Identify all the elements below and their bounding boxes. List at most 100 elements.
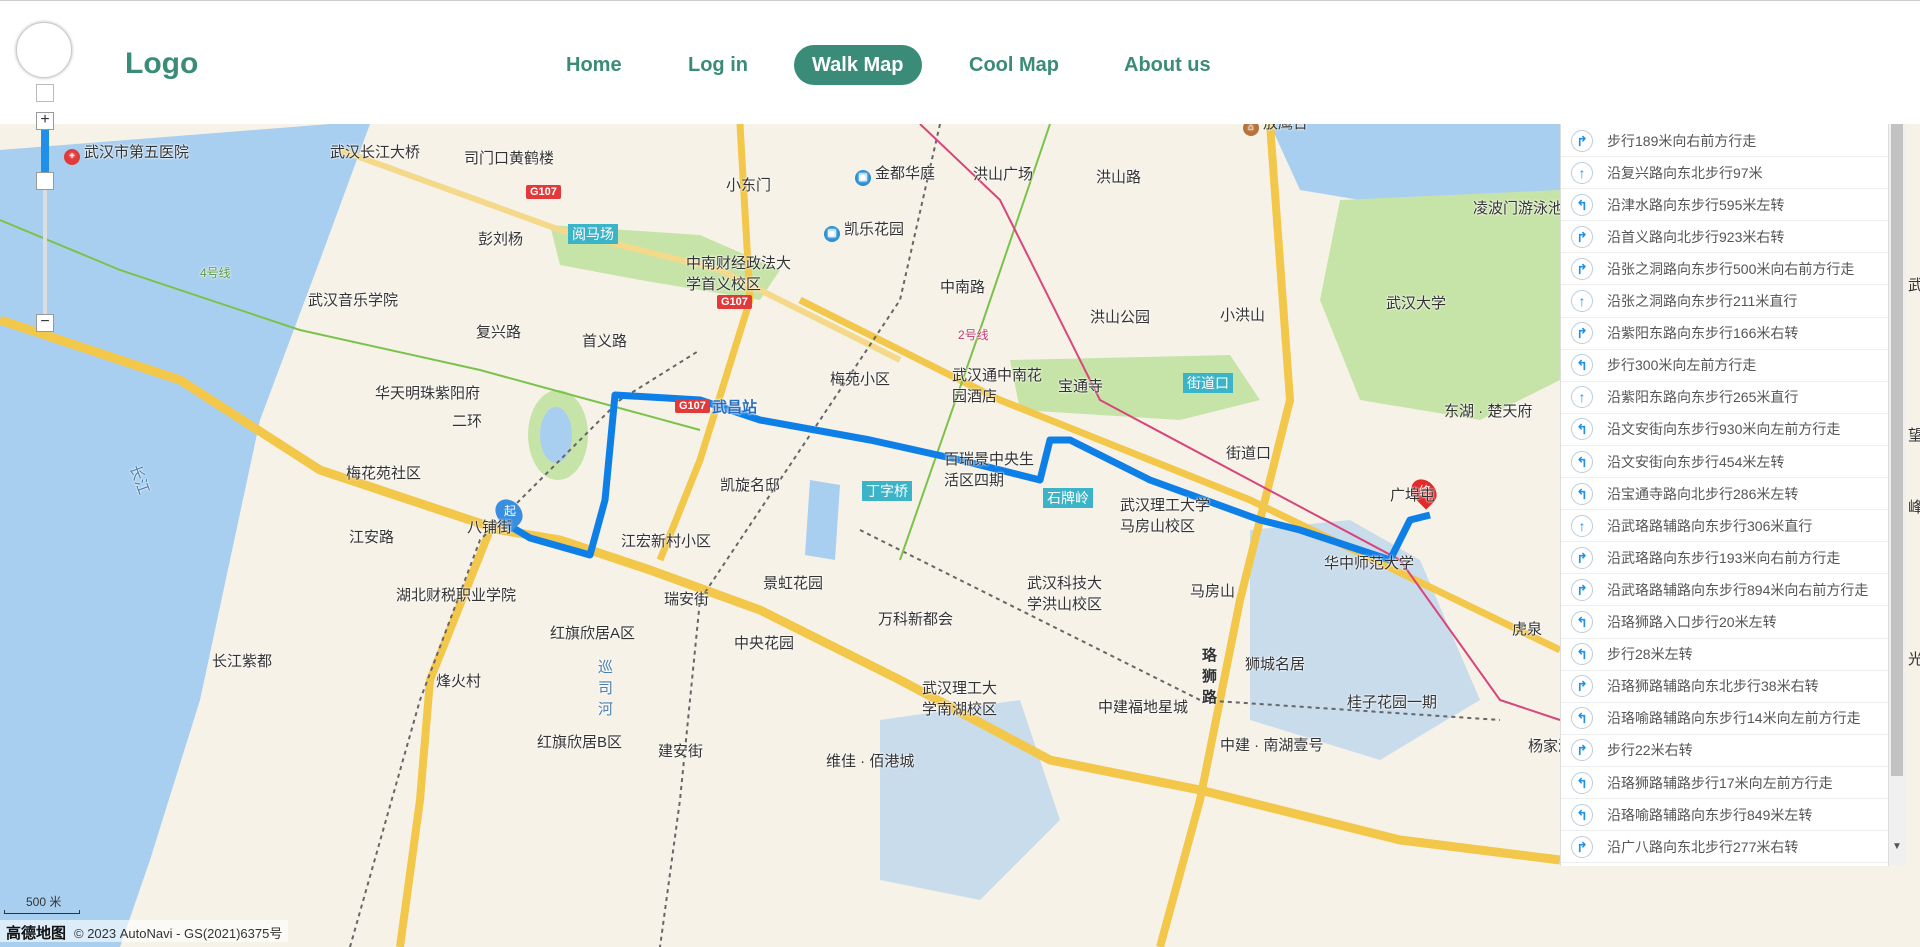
- nav-login[interactable]: Log in: [670, 45, 766, 85]
- poi-donghu[interactable]: 东湖 · 楚天府: [1444, 400, 1532, 421]
- route-step[interactable]: ↱ 沿张之洞路向东步行500米向右前方行走: [1561, 253, 1888, 286]
- turn-left-icon: ↰: [1571, 707, 1593, 730]
- poi-xiaohongshan[interactable]: 小洪山: [1220, 304, 1265, 325]
- route-step[interactable]: ↱ 沿首义路向北步行923米右转: [1561, 221, 1888, 254]
- poi-pengliuyang[interactable]: 彭刘杨: [478, 228, 523, 249]
- poi-hufeng[interactable]: 虎泉: [1512, 618, 1542, 639]
- zoom-out-button[interactable]: −: [36, 314, 54, 332]
- locate-button[interactable]: [36, 84, 54, 102]
- poi-wuchang-station[interactable]: 武昌站: [712, 396, 757, 417]
- route-step[interactable]: ↱ 沿紫阳东路向东步行166米右转: [1561, 318, 1888, 350]
- route-step[interactable]: ↱ 沿武珞路向东步行193米向右前方行走: [1561, 542, 1888, 575]
- route-step[interactable]: ↑ 沿张之洞路向东步行211米直行: [1561, 286, 1888, 318]
- poi-dingzi[interactable]: 丁字桥: [862, 481, 912, 501]
- poi-hongshan-square[interactable]: 洪山广场: [973, 163, 1033, 184]
- poi-yuemachang[interactable]: 阅马场: [568, 224, 618, 244]
- nav-home[interactable]: Home: [548, 45, 640, 85]
- poi-zhongjian-nanhu[interactable]: 中建 · 南湖壹号: [1220, 734, 1323, 755]
- route-step[interactable]: ↱ 沿武珞路辅路向东步行894米向右前方行走: [1561, 574, 1888, 607]
- route-step[interactable]: ↱ 沿珞狮路辅路向东北步行38米右转: [1561, 671, 1888, 703]
- scrollbar-thumb[interactable]: [1891, 124, 1903, 776]
- poi-wuhan-univ[interactable]: 武汉大学: [1386, 292, 1446, 313]
- poi-kaile[interactable]: ▣ 凯乐花园: [824, 218, 904, 242]
- turn-left-icon: ↰: [1571, 771, 1593, 794]
- route-step[interactable]: ↱ 沿广八路向东北步行277米右转: [1561, 831, 1888, 864]
- route-step[interactable]: ↰ 沿珞狮路辅路步行17米向左前方行走: [1561, 767, 1888, 799]
- poi-meihua[interactable]: 梅花苑社区: [346, 462, 421, 483]
- route-step[interactable]: ↱ 步行22米右转: [1561, 735, 1888, 767]
- poi-guangbutun[interactable]: 广埠屯: [1390, 484, 1435, 505]
- poi-mafangshan[interactable]: 马房山: [1190, 580, 1235, 601]
- route-step[interactable]: ↑ 沿紫阳东路向东步行265米直行: [1561, 382, 1888, 414]
- poi-music-college[interactable]: 武汉音乐学院: [308, 289, 398, 310]
- route-step[interactable]: ↰ 沿津水路向东步行595米左转: [1561, 189, 1888, 222]
- pan-control[interactable]: [16, 22, 72, 78]
- poi-huazhong[interactable]: 华中师范大学: [1324, 552, 1414, 573]
- poi-ligong-nanhu[interactable]: 武汉理工大学南湖校区: [922, 677, 1006, 719]
- amap-logo[interactable]: 高德地图: [6, 925, 66, 942]
- route-step[interactable]: ↰ 步行300米向左前方行走: [1561, 350, 1888, 382]
- route-step[interactable]: ↰ 沿文安街向东步行930米向左前方行走: [1561, 414, 1888, 446]
- nav-walk-map[interactable]: Walk Map: [794, 45, 922, 85]
- poi-meiyuan[interactable]: 梅苑小区: [830, 368, 890, 389]
- poi-shicheng[interactable]: 狮城名居: [1245, 653, 1305, 674]
- nav-cool-map[interactable]: Cool Map: [951, 45, 1077, 85]
- poi-fenghuo[interactable]: 烽火村: [436, 670, 481, 691]
- route-step[interactable]: ↰ 沿珞喻路辅路向东步行14米向左前方行走: [1561, 703, 1888, 735]
- route-step[interactable]: ↰ 沿珞喻路辅路向东步行849米左转: [1561, 799, 1888, 832]
- poi-ruian[interactable]: 瑞安街: [664, 588, 709, 609]
- poi-lingbomen[interactable]: 凌波门游泳池: [1473, 197, 1563, 218]
- poi-jinghong[interactable]: 景虹花园: [763, 572, 823, 593]
- poi-shipailing[interactable]: 石牌岭: [1043, 488, 1093, 508]
- poi-zhongnan-univ[interactable]: 中南财经政法大学首义校区: [686, 252, 796, 294]
- poi-ligong[interactable]: 武汉理工大学马房山校区: [1120, 494, 1220, 536]
- poi-wutong[interactable]: 武汉通中南花园酒店: [952, 364, 1047, 406]
- zoom-handle[interactable]: [36, 172, 54, 190]
- nav-about-us[interactable]: About us: [1106, 45, 1229, 85]
- route-step[interactable]: ↑ 沿武珞路辅路向东步行306米直行: [1561, 510, 1888, 543]
- poi-weijia[interactable]: 维佳 · 佰港城: [826, 750, 914, 771]
- poi-zhongyang[interactable]: 中央花园: [734, 632, 794, 653]
- poi-keji[interactable]: 武汉科技大学洪山校区: [1027, 572, 1111, 614]
- poi-hospital[interactable]: + 武汉市第五医院: [64, 141, 189, 165]
- poi-jianan[interactable]: 建安街: [658, 740, 703, 761]
- route-step[interactable]: ↰ 沿宝通寺路向北步行286米左转: [1561, 478, 1888, 511]
- poi-hongqi-a[interactable]: 红旗欣居A区: [550, 622, 635, 643]
- poi-hongshan-road[interactable]: 洪山路: [1096, 166, 1141, 187]
- poi-fuxing[interactable]: 复兴路: [476, 321, 521, 342]
- yangtze-river: [0, 124, 370, 947]
- poi-hongshan-park[interactable]: 洪山公园: [1090, 306, 1150, 327]
- poi-changjiang-bridge[interactable]: 武汉长江大桥: [330, 141, 420, 162]
- poi-wanke[interactable]: 万科新都会: [878, 608, 953, 629]
- poi-fangying[interactable]: ⌂放鹰台: [1243, 124, 1308, 136]
- poi-jianghong[interactable]: 江宏新村小区: [621, 530, 711, 551]
- zoom-in-button[interactable]: +: [36, 112, 54, 130]
- route-step[interactable]: ↰ 沿珞狮路入口步行20米左转: [1561, 607, 1888, 639]
- poi-changjiang-zidu[interactable]: 长江紫都: [212, 650, 272, 671]
- poi-erhuan[interactable]: 二环: [452, 410, 482, 431]
- poi-bapujie[interactable]: 八铺街: [467, 516, 512, 537]
- route-step[interactable]: ↑ 沿复兴路向东北步行97米: [1561, 157, 1888, 190]
- route-step-text: 步行189米向右前方行走: [1607, 132, 1757, 149]
- poi-hongqi-b[interactable]: 红旗欣居B区: [537, 731, 622, 752]
- route-steps-panel[interactable]: ↱ 步行189米向右前方行走 ↑ 沿复兴路向东北步行97米 ↰ 沿津水路向东步行595米左…: [1560, 124, 1888, 866]
- poi-baotong[interactable]: 宝通寺: [1058, 375, 1103, 396]
- poi-huatian[interactable]: 华天明珠紫阳府: [375, 382, 480, 403]
- poi-zhongnan-road[interactable]: 中南路: [940, 276, 985, 297]
- poi-jindu[interactable]: ▣ 金都华庭: [855, 162, 935, 186]
- poi-jiedaokou-tag[interactable]: 街道口: [1183, 373, 1233, 393]
- poi-shouyi[interactable]: 首义路: [582, 330, 627, 351]
- poi-hubei-caishui[interactable]: 湖北财税职业学院: [396, 584, 516, 605]
- poi-kaixuan[interactable]: 凯旋名邸: [720, 474, 780, 495]
- route-step[interactable]: ↰ 步行28米左转: [1561, 639, 1888, 671]
- poi-bairui[interactable]: 百瑞景中央生活区四期: [944, 448, 1040, 490]
- poi-xiaodongmen[interactable]: 小东门: [726, 174, 771, 195]
- poi-simenkou[interactable]: 司门口黄鹤楼: [464, 147, 554, 168]
- poi-jiedaokou[interactable]: 街道口: [1226, 442, 1271, 463]
- route-step[interactable]: ↱ 步行189米向右前方行走: [1561, 125, 1888, 157]
- route-step[interactable]: ↰ 沿文安街向东步行454米左转: [1561, 446, 1888, 478]
- poi-zhongjian-fudi[interactable]: 中建福地星城: [1098, 696, 1188, 717]
- poi-jiangan[interactable]: 江安路: [349, 526, 394, 547]
- scroll-down-arrow[interactable]: ▼: [1888, 838, 1906, 856]
- poi-guizi[interactable]: 桂子花园一期: [1347, 691, 1437, 712]
